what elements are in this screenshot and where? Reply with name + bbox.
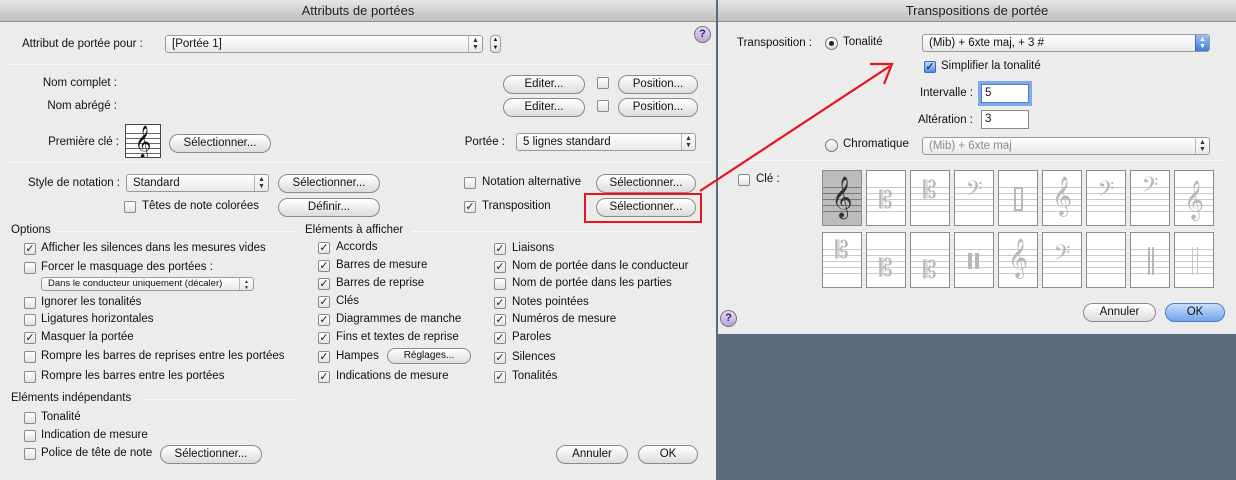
annotation-arrow bbox=[699, 62, 894, 192]
